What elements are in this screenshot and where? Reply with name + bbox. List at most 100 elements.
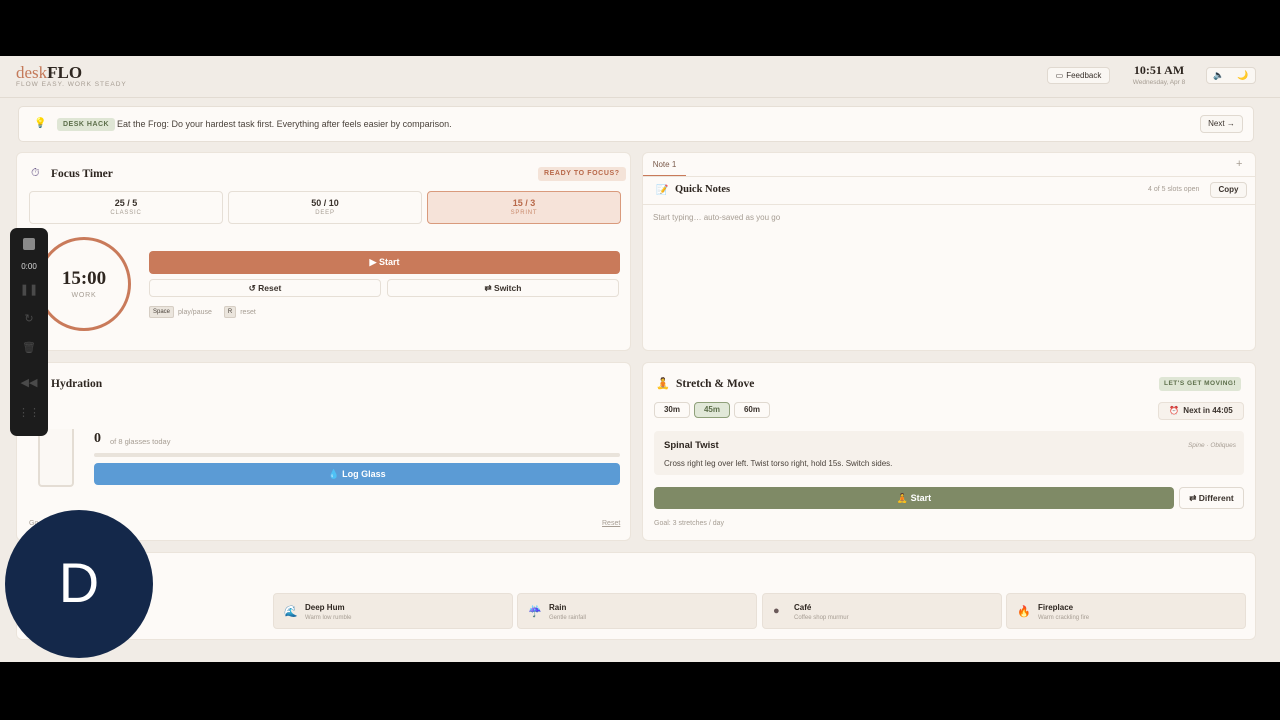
sound-desc: Warm low rumble	[305, 615, 352, 621]
stretch-status-badge: LET'S GET MOVING!	[1159, 377, 1242, 391]
logo: deskFLO	[16, 63, 82, 83]
interval-30m[interactable]: 30m	[654, 402, 690, 418]
sound-desc: Gentle rainfall	[549, 615, 587, 621]
preset-label: CLASSIC	[110, 210, 142, 216]
desk-hack-tag: DESK HACK	[57, 118, 116, 131]
focus-timer-card: ⏱ Focus Timer READY TO FOCUS? 25 / 5 CLA…	[16, 152, 631, 351]
preset-value: 25 / 5	[114, 198, 138, 208]
key-r: R	[223, 306, 237, 318]
key-r-hint: reset	[240, 308, 256, 316]
reset-button[interactable]: ↺ Reset	[149, 279, 381, 297]
next-in-label: Next in	[1183, 406, 1210, 415]
notes-textarea[interactable]	[653, 213, 1243, 343]
water-wave-icon: 🌊	[284, 606, 298, 618]
feedback-label: Feedback	[1066, 71, 1102, 80]
pause-icon[interactable]: ❚❚	[10, 283, 48, 296]
header-toggles: 🔈 🌙	[1206, 67, 1256, 84]
divider	[643, 176, 1255, 177]
header: deskFLO FLOW EASY. WORK STEADY ▭ Feedbac…	[0, 56, 1280, 98]
exercise-description: Cross right leg over left. Twist torso r…	[664, 459, 893, 468]
sound-name: Deep Hum	[305, 603, 345, 612]
stretch-start-button[interactable]: 🧘 Start	[654, 487, 1174, 509]
sound-name: Rain	[549, 603, 567, 612]
next-stretch-countdown: ⏰ Next in 44:05	[1158, 402, 1244, 420]
clock-time: 10:51 AM	[1133, 63, 1185, 77]
add-note-button[interactable]: +	[1236, 158, 1242, 170]
timer-ring: 15:00 WORK	[37, 237, 131, 331]
start-button[interactable]: ▶ Start	[149, 251, 620, 274]
hydration-card: Hydration 0 of 8 glasses today 💧 Log Gla…	[16, 362, 631, 541]
copy-button[interactable]: Copy	[1210, 182, 1247, 198]
keyboard-hints: Space play/pause R reset	[149, 306, 256, 318]
next-in-time: 44:05	[1212, 406, 1233, 415]
focus-timer-title: Focus Timer	[51, 168, 113, 180]
next-hack-button[interactable]: Next →	[1200, 115, 1243, 133]
preset-label: DEEP	[315, 210, 335, 216]
fire-icon: 🔥	[1017, 606, 1031, 618]
divider	[643, 204, 1255, 205]
interval-group: 30m 45m 60m	[654, 402, 770, 418]
interval-45m[interactable]: 45m	[694, 402, 730, 418]
clock: 10:51 AM Wednesday, Apr 8	[1126, 63, 1192, 86]
preset-value: 50 / 10	[311, 198, 339, 208]
exercise-panel: Spinal Twist Spine · Obliques Cross righ…	[654, 431, 1244, 475]
hydration-reset-link[interactable]: Reset	[602, 520, 620, 527]
key-space: Space	[149, 306, 175, 318]
stretch-card: 🧘 Stretch & Move LET'S GET MOVING! 30m 4…	[642, 362, 1256, 541]
interval-60m[interactable]: 60m	[734, 402, 770, 418]
hydration-title: Hydration	[51, 378, 103, 390]
sound-rain[interactable]: ☔ Rain Gentle rainfall	[517, 593, 757, 629]
preset-value: 15 / 3	[512, 198, 536, 208]
preset-classic[interactable]: 25 / 5 CLASSIC	[29, 191, 223, 224]
coffee-icon: ●	[773, 605, 780, 617]
grid-icon[interactable]: ⋮⋮	[10, 406, 48, 419]
tagline: FLOW EASY. WORK STEADY	[16, 81, 127, 88]
hydration-progress	[94, 453, 620, 457]
sound-fireplace[interactable]: 🔥 Fireplace Warm crackling fire	[1006, 593, 1246, 629]
status-badge: READY TO FOCUS?	[538, 167, 626, 181]
app: deskFLO FLOW EASY. WORK STEADY ▭ Feedbac…	[0, 56, 1280, 662]
desk-hack-banner: 💡 DESK HACK Eat the Frog: Do your hardes…	[18, 106, 1254, 142]
trash-icon[interactable]: 🗑	[10, 341, 48, 354]
different-stretch-button[interactable]: ⇄ Different	[1179, 487, 1244, 509]
rewind-icon[interactable]: ◀◀	[10, 376, 48, 389]
restart-icon[interactable]: ↻	[10, 312, 48, 325]
timer-display: 15:00	[61, 268, 107, 289]
lightbulb-icon: 💡	[34, 118, 47, 129]
slots-count: 4 of 5 slots open	[1148, 186, 1200, 193]
preset-deep[interactable]: 50 / 10 DEEP	[228, 191, 422, 224]
avatar: D	[5, 510, 153, 658]
screen-recorder-toolbar: 0:00 ❚❚ ↻ 🗑 ◀◀ ⋮⋮	[10, 228, 48, 436]
sound-desc: Warm crackling fire	[1038, 615, 1090, 621]
preset-group: 25 / 5 CLASSIC 50 / 10 DEEP 15 / 3 SPRIN…	[29, 191, 621, 224]
log-glass-button[interactable]: 💧 Log Glass	[94, 463, 620, 485]
sound-toggle-icon[interactable]: 🔈	[1213, 70, 1224, 81]
preset-label: SPRINT	[510, 210, 538, 216]
tab-note-1[interactable]: Note 1	[643, 153, 686, 176]
feedback-button[interactable]: ▭ Feedback	[1047, 67, 1110, 84]
exercise-name: Spinal Twist	[664, 440, 719, 451]
chat-icon: ▭	[1055, 71, 1064, 80]
sound-name: Café	[794, 603, 812, 612]
sound-cafe[interactable]: ● Café Coffee shop murmur	[762, 593, 1002, 629]
alarm-clock-icon: ⏰	[1169, 406, 1180, 415]
notepad-icon: 📝	[656, 185, 669, 196]
stop-record-icon[interactable]	[23, 238, 35, 250]
rain-icon: ☔	[528, 606, 542, 618]
recording-timer: 0:00	[21, 262, 37, 271]
person-stretch-icon: 🧘	[656, 378, 670, 390]
sound-deep-hum[interactable]: 🌊 Deep Hum Warm low rumble	[273, 593, 513, 629]
timer-mode: WORK	[71, 292, 97, 299]
sound-desc: Coffee shop murmur	[794, 615, 849, 621]
preset-sprint[interactable]: 15 / 3 SPRINT	[427, 191, 621, 224]
key-space-hint: play/pause	[178, 308, 212, 316]
exercise-area: Spine · Obliques	[1187, 442, 1236, 449]
moon-icon[interactable]: 🌙	[1237, 70, 1248, 81]
switch-button[interactable]: ⇄ Switch	[387, 279, 619, 297]
glass-count-label: of 8 glasses today	[110, 437, 171, 446]
desk-hack-text: Eat the Frog: Do your hardest task first…	[117, 119, 452, 129]
ambient-sounds-card: 🌊 Deep Hum Warm low rumble ☔ Rain Gentle…	[16, 552, 1256, 640]
sound-name: Fireplace	[1038, 603, 1074, 612]
glass-count: 0	[94, 431, 101, 446]
stopwatch-icon: ⏱	[31, 167, 40, 179]
